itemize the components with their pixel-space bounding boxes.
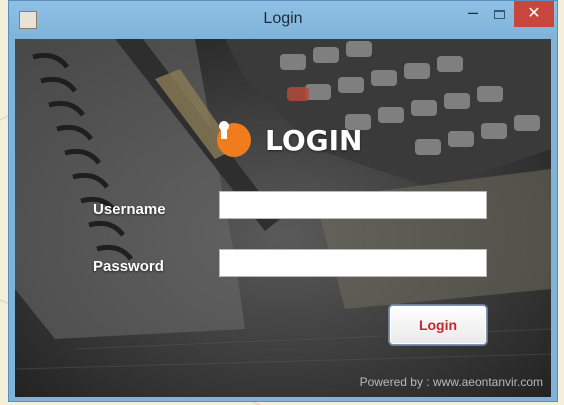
login-button[interactable]: Login <box>389 305 487 345</box>
maximize-icon <box>494 10 505 19</box>
login-heading: LOGIN <box>265 123 363 157</box>
login-window: Login – ✕ LOGIN Username Password Login … <box>8 0 558 402</box>
minimize-button[interactable]: – <box>462 3 484 25</box>
title-bar[interactable]: Login – ✕ <box>9 1 557 39</box>
powered-by-text: Powered by : www.aeontanvir.com <box>359 375 543 389</box>
username-label: Username <box>93 201 166 218</box>
username-input[interactable] <box>219 191 487 219</box>
login-panel: LOGIN Username Password Login Powered by… <box>15 39 551 397</box>
maximize-button[interactable] <box>489 7 511 23</box>
password-label: Password <box>93 258 164 275</box>
password-input[interactable] <box>219 249 487 277</box>
keyhole-icon <box>217 121 251 157</box>
close-button[interactable]: ✕ <box>514 1 554 27</box>
login-header: LOGIN <box>217 120 362 160</box>
